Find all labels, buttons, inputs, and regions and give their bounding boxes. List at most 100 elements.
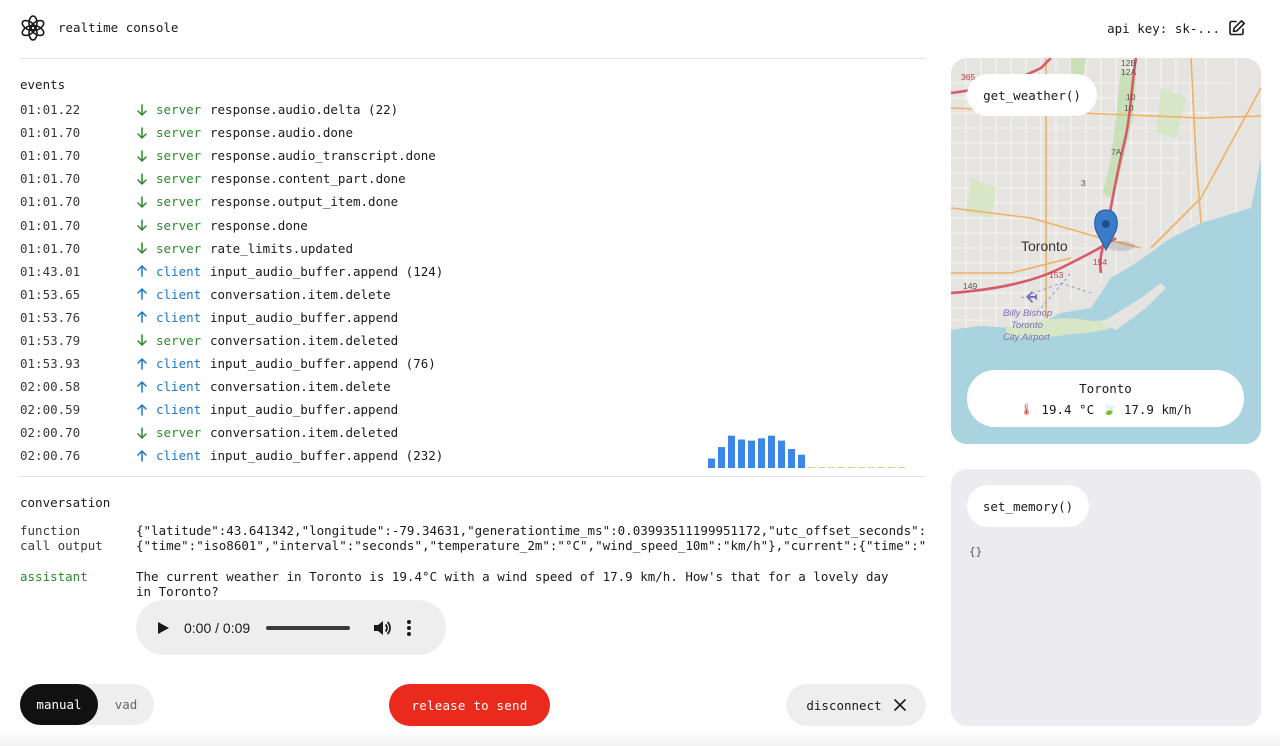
event-time: 01:01.70 <box>20 148 81 164</box>
arrow-down-icon <box>136 103 156 116</box>
arrow-down-icon <box>136 334 156 347</box>
map-label-airport-line1: Billy Bishop <box>1003 308 1052 319</box>
map-label-route-154: 154 <box>1093 257 1107 267</box>
event-row[interactable]: 01:43.01 client input_audio_buffer.append … <box>20 260 926 283</box>
event-row[interactable]: 01:01.70 server response.done <box>20 213 926 236</box>
edit-icon <box>1229 20 1245 36</box>
event-time: 02:00.70 <box>20 425 81 441</box>
map-label-route-10b: 10 <box>1124 103 1134 113</box>
event-row[interactable]: 02:00.58 client conversation.item.delete <box>20 375 926 398</box>
map-label-route-7A: 7A <box>1111 147 1122 157</box>
event-source: server <box>156 125 202 141</box>
arrow-down-icon <box>136 196 156 208</box>
visualizer-bar-idle <box>828 467 835 468</box>
api-key-button[interactable]: api key: sk-... <box>1107 19 1246 37</box>
event-type: response.output_item.done <box>210 194 399 210</box>
event-time: 01:43.01 <box>20 263 81 279</box>
disconnect-label: disconnect <box>806 697 882 713</box>
map-label-route-149: 149 <box>963 281 977 291</box>
event-source: client <box>156 309 202 325</box>
event-row[interactable]: 01:53.65 client conversation.item.delete <box>20 283 926 306</box>
event-row[interactable]: 01:01.70 server response.audio_transcript.… <box>20 144 926 167</box>
visualizer-bar <box>718 447 725 468</box>
event-time: 01:53.65 <box>20 286 81 302</box>
audio-progress-bar[interactable] <box>266 625 351 630</box>
visualizer-bar <box>748 440 755 468</box>
event-row[interactable]: 01:01.70 server response.content_part.done <box>20 167 926 190</box>
event-row[interactable]: 01:01.70 server response.output_item.done <box>20 190 926 213</box>
event-source: server <box>156 102 202 118</box>
set-memory-function-pill: set_memory() <box>967 485 1089 527</box>
bottom-fade <box>0 730 1280 746</box>
event-row[interactable]: 01:01.22 server response.audio.delta (22) <box>20 98 926 121</box>
event-type: conversation.item.delete <box>210 286 391 302</box>
assistant-role: assistant <box>20 569 88 584</box>
event-type: response.audio_transcript.done <box>210 148 436 164</box>
mode-manual-button[interactable]: manual <box>20 684 98 725</box>
event-time: 02:00.58 <box>20 379 81 395</box>
visualizer-bar-idle <box>838 467 845 468</box>
event-time: 01:01.22 <box>20 102 81 118</box>
event-row[interactable]: 01:53.79 server conversation.item.deleted <box>20 329 926 352</box>
event-row[interactable]: 01:53.76 client input_audio_buffer.append <box>20 306 926 329</box>
audio-time: 0:00 / 0:09 <box>184 619 251 636</box>
thermometer-icon: 🌡 <box>1019 402 1034 416</box>
weather-location: Toronto <box>1079 380 1132 396</box>
top-bar: realtime console api key: sk-... <box>0 0 1280 58</box>
map-label-airport-line3: City Airport <box>1003 332 1050 343</box>
event-source: server <box>156 240 202 256</box>
volume-icon[interactable] <box>372 618 392 638</box>
events-divider <box>20 476 926 477</box>
event-row[interactable]: 01:53.93 client input_audio_buffer.append … <box>20 352 926 375</box>
event-type: response.audio.delta (22) <box>210 102 399 118</box>
map-label-route-12A: 12A <box>1121 67 1136 77</box>
event-time: 01:53.76 <box>20 309 81 325</box>
function-role: function call output <box>20 523 136 553</box>
close-icon <box>893 699 906 711</box>
conversation-item-assistant: assistant The current weather in Toronto… <box>20 569 926 599</box>
event-time: 01:01.70 <box>20 125 81 141</box>
arrow-up-icon <box>136 450 156 462</box>
event-source: server <box>156 217 202 233</box>
arrow-up-icon <box>136 404 156 416</box>
visualizer-bar <box>798 454 805 468</box>
disconnect-button[interactable]: disconnect <box>786 684 926 726</box>
visualizer-bar-idle <box>818 467 825 468</box>
wind-icon: 🍃 <box>1102 402 1116 416</box>
visualizer-bar-idle <box>858 467 865 468</box>
event-row[interactable]: 01:01.70 server rate_limits.updated <box>20 237 926 260</box>
openai-logo-icon <box>21 15 45 41</box>
event-row[interactable]: 02:00.59 client input_audio_buffer.append <box>20 398 926 421</box>
event-type: input_audio_buffer.append (232) <box>210 448 444 464</box>
visualizer-bar-idle <box>848 467 855 468</box>
event-type: response.done <box>210 217 308 233</box>
audio-player: 0:00 / 0:09 <box>136 600 446 655</box>
arrow-up-icon <box>136 265 156 277</box>
map-label-route-10a: 10 <box>1126 92 1136 102</box>
arrow-down-icon <box>136 149 156 162</box>
arrow-down-icon <box>136 427 156 439</box>
arrow-down-icon <box>136 242 156 254</box>
visualizer-bar <box>788 449 795 468</box>
mode-vad-button[interactable]: vad <box>98 684 154 725</box>
audio-visualizer <box>708 435 905 468</box>
event-row[interactable]: 01:01.70 server response.audio.done <box>20 121 926 144</box>
more-options-icon[interactable] <box>406 619 412 637</box>
event-source: server <box>156 425 202 441</box>
event-type: conversation.item.delete <box>210 379 391 395</box>
play-icon[interactable] <box>156 621 170 635</box>
weather-wind: 17.9 km/h <box>1123 401 1192 417</box>
map-label-route-153: 153 <box>1049 270 1063 280</box>
weather-map-panel: Toronto Billy Bishop Toronto City Airpor… <box>951 58 1261 444</box>
assistant-message: The current weather in Toronto is 19.4°C… <box>136 569 889 599</box>
event-time: 01:01.70 <box>20 240 81 256</box>
event-source: server <box>156 171 202 187</box>
memory-json: {} <box>969 545 983 558</box>
event-source: client <box>156 356 202 372</box>
event-type: input_audio_buffer.append <box>210 402 399 418</box>
conversation-item-function: function call output {"latitude":43.6413… <box>20 523 926 553</box>
release-to-send-button[interactable]: release to send <box>389 684 550 726</box>
events-list: 01:01.22 server response.audio.delta (22) 0… <box>20 98 926 470</box>
event-type: conversation.item.deleted <box>210 425 399 441</box>
event-source: client <box>156 263 202 279</box>
